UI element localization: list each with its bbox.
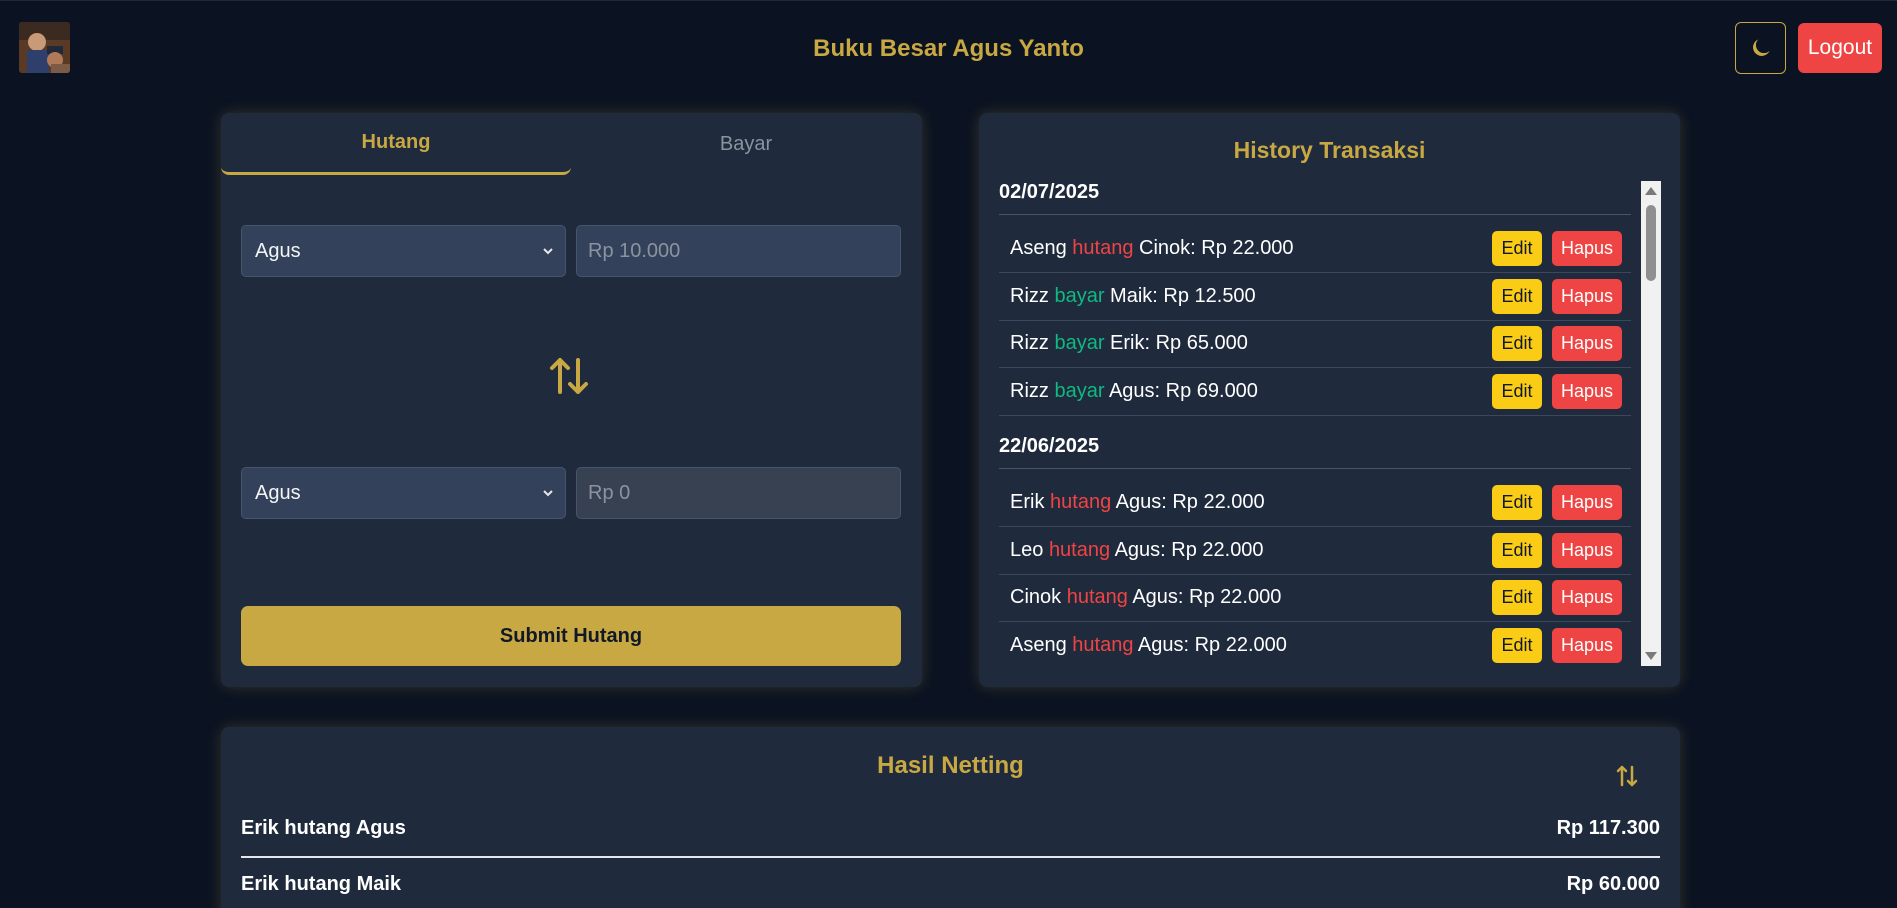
transaction-type: hutang bbox=[1072, 237, 1134, 259]
netting-title: Hasil Netting bbox=[877, 752, 1024, 779]
delete-button[interactable]: Hapus bbox=[1552, 627, 1622, 663]
tab-hutang[interactable]: Hutang bbox=[221, 113, 571, 175]
transaction-text: Rizz bayar Agus: Rp 69.000 bbox=[1010, 380, 1258, 403]
top-bar: Buku Besar Agus Yanto Logout bbox=[0, 0, 1897, 98]
transaction-type: hutang bbox=[1066, 586, 1128, 608]
transaction-detail: Maik: Rp 12.500 bbox=[1110, 284, 1256, 307]
result-amount-input bbox=[576, 467, 901, 519]
edit-button[interactable]: Edit bbox=[1492, 532, 1542, 568]
delete-button[interactable]: Hapus bbox=[1552, 326, 1622, 361]
netting-row-label: Erik hutang Maik bbox=[241, 873, 402, 895]
transaction-text: Rizz bayar Maik: Rp 12.500 bbox=[1010, 285, 1256, 308]
from-person-value: Agus bbox=[255, 239, 301, 262]
app-title: Buku Besar Agus Yanto bbox=[813, 35, 1084, 62]
transaction-row: Rizz bayar Agus: Rp 69.000 Edit Hapus bbox=[999, 368, 1631, 416]
edit-button[interactable]: Edit bbox=[1492, 278, 1542, 314]
netting-row-amount: Rp 117.300 bbox=[1556, 817, 1660, 839]
transaction-detail: Agus: Rp 22.000 bbox=[1137, 633, 1287, 656]
form-tabs: Hutang Bayar bbox=[221, 113, 922, 175]
transaction-detail: Agus: Rp 22.000 bbox=[1115, 491, 1265, 513]
scroll-up-arrow[interactable] bbox=[1645, 187, 1657, 195]
date-group-header: 02/07/2025 bbox=[999, 181, 1631, 215]
transaction-type: bayar bbox=[1054, 332, 1105, 354]
transaction-form-card: Hutang Bayar Agus Agus Submit Hutang bbox=[221, 113, 922, 687]
transaction-text: Leo hutang Agus: Rp 22.000 bbox=[1010, 539, 1264, 562]
swap-button[interactable] bbox=[547, 354, 591, 403]
edit-button[interactable]: Edit bbox=[1492, 231, 1542, 266]
history-card: History Transaksi 02/07/2025 Aseng hutang… bbox=[979, 113, 1680, 687]
netting-row: Erik hutang Agus Rp 117.300 bbox=[241, 802, 1660, 858]
transaction-text: Erik hutang Agus: Rp 22.000 bbox=[1010, 491, 1265, 514]
tab-bayar[interactable]: Bayar bbox=[571, 113, 921, 175]
netting-row-label: Erik hutang Agus bbox=[241, 817, 406, 839]
netting-row-amount: Rp 60.000 bbox=[1566, 873, 1660, 895]
transaction-row: Erik hutang Agus: Rp 22.000 Edit Hapus bbox=[999, 479, 1631, 527]
edit-button[interactable]: Edit bbox=[1492, 627, 1542, 663]
edit-button[interactable]: Edit bbox=[1492, 580, 1542, 615]
transaction-from: Rizz bbox=[1010, 379, 1049, 402]
transaction-row: Leo hutang Agus: Rp 22.000 Edit Hapus bbox=[999, 527, 1631, 575]
transaction-type: bayar bbox=[1054, 379, 1105, 402]
transaction-type: bayar bbox=[1054, 284, 1105, 307]
edit-button[interactable]: Edit bbox=[1492, 326, 1542, 361]
transaction-detail: Agus: Rp 22.000 bbox=[1132, 586, 1282, 608]
transaction-from: Aseng bbox=[1010, 237, 1067, 259]
scroll-down-arrow[interactable] bbox=[1645, 652, 1657, 660]
edit-button[interactable]: Edit bbox=[1492, 485, 1542, 520]
transaction-text: Aseng hutang Cinok: Rp 22.000 bbox=[1010, 237, 1294, 260]
transaction-row: Rizz bayar Erik: Rp 65.000 Edit Hapus bbox=[999, 320, 1631, 368]
edit-button[interactable]: Edit bbox=[1492, 373, 1542, 409]
transaction-row: Aseng hutang Agus: Rp 22.000 Edit Hapus bbox=[999, 622, 1631, 666]
transaction-text: Cinok hutang Agus: Rp 22.000 bbox=[1010, 586, 1281, 609]
history-title: History Transaksi bbox=[1233, 137, 1426, 163]
history-list[interactable]: 02/07/2025 Aseng hutang Cinok: Rp 22.000 E… bbox=[999, 181, 1652, 665]
transaction-from: Rizz bbox=[1010, 332, 1049, 354]
transaction-type: hutang bbox=[1048, 538, 1111, 561]
chevron-down-icon bbox=[543, 248, 553, 255]
history-scrollbar[interactable] bbox=[1641, 181, 1661, 666]
date-group-header: 22/06/2025 bbox=[999, 435, 1631, 469]
transaction-from: Aseng bbox=[1010, 633, 1067, 656]
amount-input[interactable] bbox=[576, 225, 901, 277]
moon-icon bbox=[1752, 39, 1770, 56]
delete-button[interactable]: Hapus bbox=[1552, 231, 1622, 266]
transaction-row: Aseng hutang Cinok: Rp 22.000 Edit Hapus bbox=[999, 225, 1631, 273]
chevron-down-icon bbox=[543, 490, 553, 497]
netting-sort-button[interactable] bbox=[1615, 764, 1639, 793]
scroll-thumb[interactable] bbox=[1646, 205, 1656, 281]
transaction-from: Leo bbox=[1010, 538, 1044, 561]
transaction-from: Cinok bbox=[1010, 586, 1062, 608]
delete-button[interactable]: Hapus bbox=[1552, 485, 1622, 520]
transaction-text: Aseng hutang Agus: Rp 22.000 bbox=[1010, 634, 1287, 657]
transaction-row: Cinok hutang Agus: Rp 22.000 Edit Hapus bbox=[999, 574, 1631, 622]
swap-vertical-icon bbox=[1616, 765, 1638, 787]
netting-card: Hasil Netting Erik hutang Agus Rp 117.30… bbox=[221, 727, 1680, 908]
transaction-detail: Agus: Rp 69.000 bbox=[1108, 379, 1258, 402]
transaction-text: Rizz bayar Erik: Rp 65.000 bbox=[1010, 332, 1248, 355]
transaction-detail: Agus: Rp 22.000 bbox=[1114, 538, 1264, 561]
transaction-row: Rizz bayar Maik: Rp 12.500 Edit Hapus bbox=[999, 273, 1631, 321]
transaction-from: Rizz bbox=[1010, 284, 1049, 307]
swap-vertical-icon bbox=[550, 358, 588, 394]
transaction-type: hutang bbox=[1072, 633, 1134, 656]
submit-hutang-button[interactable]: Submit Hutang bbox=[241, 606, 901, 666]
theme-toggle-button[interactable] bbox=[1735, 22, 1786, 74]
delete-button[interactable]: Hapus bbox=[1552, 278, 1622, 314]
delete-button[interactable]: Hapus bbox=[1552, 373, 1622, 409]
from-person-select[interactable]: Agus bbox=[241, 225, 566, 277]
delete-button[interactable]: Hapus bbox=[1552, 532, 1622, 568]
to-person-value: Agus bbox=[255, 481, 301, 504]
delete-button[interactable]: Hapus bbox=[1552, 580, 1622, 615]
transaction-type: hutang bbox=[1050, 491, 1112, 513]
transaction-detail: Cinok: Rp 22.000 bbox=[1139, 237, 1294, 259]
logout-button[interactable]: Logout bbox=[1798, 23, 1882, 73]
transaction-from: Erik bbox=[1010, 491, 1045, 513]
netting-row: Erik hutang Maik Rp 60.000 bbox=[241, 858, 1660, 908]
to-person-select[interactable]: Agus bbox=[241, 467, 566, 519]
transaction-detail: Erik: Rp 65.000 bbox=[1110, 332, 1248, 354]
